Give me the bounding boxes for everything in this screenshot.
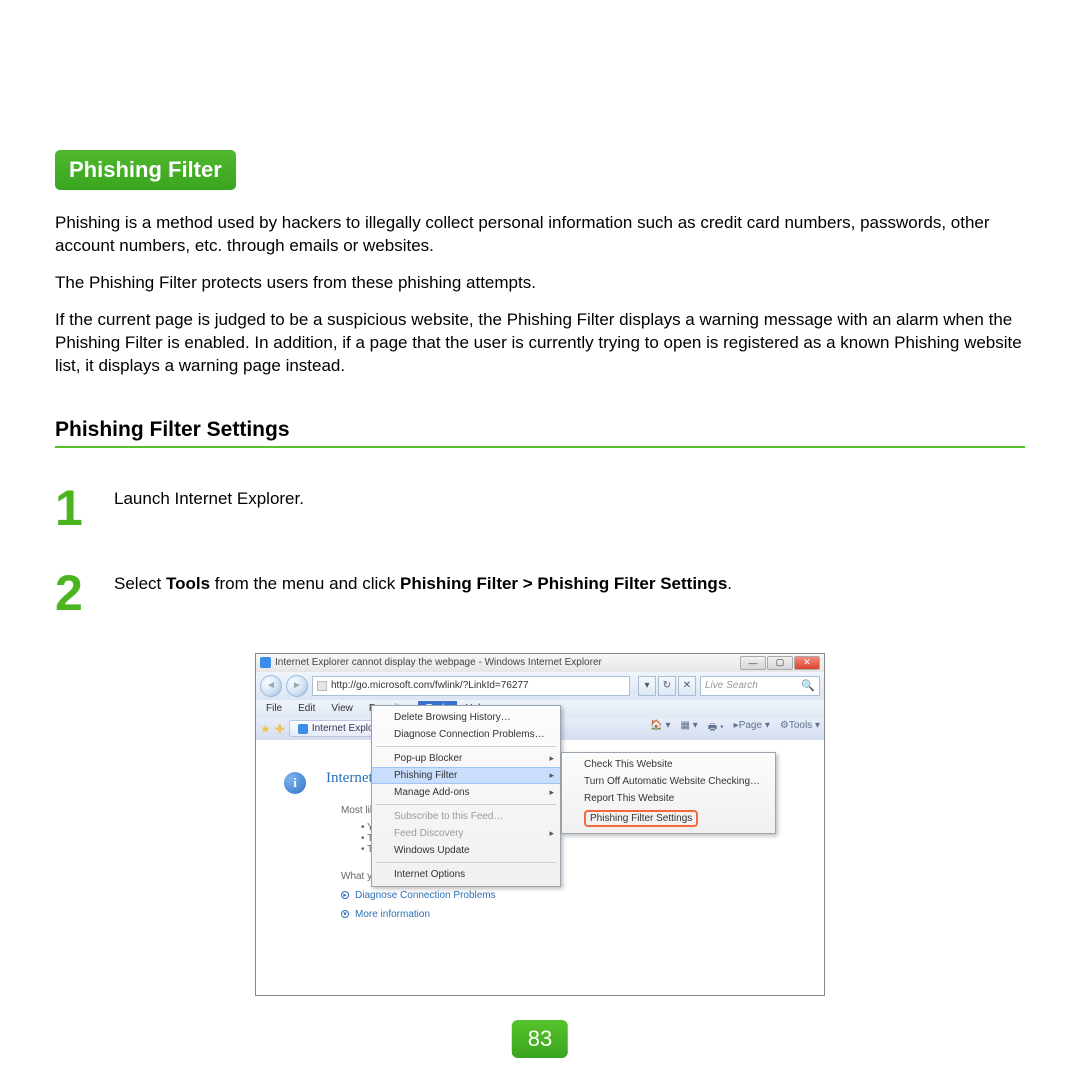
diagnose-link[interactable]: ▸ Diagnose Connection Problems — [341, 890, 824, 901]
phishing-submenu: Check This Website Turn Off Automatic We… — [561, 752, 776, 834]
link-text: More information — [355, 909, 430, 920]
menu-item-windows-update[interactable]: Windows Update — [372, 842, 560, 859]
menu-item-diagnose[interactable]: Diagnose Connection Problems… — [372, 726, 560, 743]
window-title: Internet Explorer cannot display the web… — [275, 657, 736, 668]
menu-separator — [376, 746, 556, 747]
nav-row: ◄ ► http://go.microsoft.com/fwlink/?Link… — [256, 672, 824, 700]
url-text: http://go.microsoft.com/fwlink/?LinkId=7… — [331, 680, 529, 691]
page-content: i Internet Exp Most likely caus You are … — [256, 740, 824, 995]
page-icon — [317, 681, 327, 691]
search-icon[interactable]: 🔍 — [801, 679, 815, 692]
menu-item-feed-discovery: Feed Discovery▸ — [372, 825, 560, 842]
close-button[interactable]: ✕ — [794, 656, 820, 670]
menu-view[interactable]: View — [323, 701, 361, 716]
forward-button[interactable]: ► — [286, 675, 308, 697]
page-dropdown[interactable]: ▸Page ▾ — [734, 720, 770, 737]
subheading: Phishing Filter Settings — [55, 418, 1025, 442]
intro-paragraph-2: The Phishing Filter protects users from … — [55, 272, 1025, 295]
submenu-turn-off[interactable]: Turn Off Automatic Website Checking… — [562, 773, 775, 790]
ie-window-screenshot: Internet Explorer cannot display the web… — [255, 653, 825, 996]
tab-favicon — [298, 724, 308, 734]
minimize-button[interactable]: — — [740, 656, 766, 670]
step-text: Launch Internet Explorer. — [114, 483, 304, 509]
dropdown-button[interactable]: ▾ — [638, 676, 656, 696]
bold-text: Phishing Filter > Phishing Filter Settin… — [400, 574, 727, 593]
bullet-icon: ▸ — [341, 891, 349, 899]
menu-separator — [376, 804, 556, 805]
intro-paragraph-1: Phishing is a method used by hackers to … — [55, 212, 1025, 258]
search-box[interactable]: Live Search 🔍 — [700, 676, 820, 696]
info-icon: i — [284, 772, 306, 794]
menu-separator — [376, 862, 556, 863]
page-number-badge: 83 — [512, 1020, 568, 1058]
step-number: 2 — [55, 568, 100, 618]
submenu-phishing-settings[interactable]: Phishing Filter Settings — [562, 807, 775, 830]
divider — [55, 446, 1025, 448]
intro-paragraph-3: If the current page is judged to be a su… — [55, 309, 1025, 378]
toolbar-right: 🏠 ▾ ▦ ▾ 🖶 ▾ ▸Page ▾ ⚙Tools ▾ — [650, 720, 820, 737]
maximize-button[interactable]: ▢ — [767, 656, 793, 670]
bold-text: Tools — [166, 574, 210, 593]
menu-file[interactable]: File — [258, 701, 290, 716]
step-number: 1 — [55, 483, 100, 533]
tools-menu: Delete Browsing History… Diagnose Connec… — [371, 705, 561, 887]
text: from the menu and click — [210, 574, 400, 593]
submenu-check-website[interactable]: Check This Website — [562, 756, 775, 773]
link-text: Diagnose Connection Problems — [355, 890, 496, 901]
print-icon[interactable]: 🖶 ▾ — [708, 720, 724, 737]
search-placeholder: Live Search — [705, 680, 758, 691]
menu-item-phishing-filter[interactable]: Phishing Filter▸ — [372, 767, 560, 784]
ie-icon — [260, 657, 271, 668]
menu-item-delete-history[interactable]: Delete Browsing History… — [372, 709, 560, 726]
feed-icon[interactable]: ▦ ▾ — [680, 720, 697, 737]
menu-item-popup-blocker[interactable]: Pop-up Blocker▸ — [372, 750, 560, 767]
back-button[interactable]: ◄ — [260, 675, 282, 697]
add-favorites-icon[interactable]: ✚ — [275, 722, 285, 736]
text: . — [727, 574, 732, 593]
refresh-button[interactable]: ↻ — [658, 676, 676, 696]
menu-item-internet-options[interactable]: Internet Options — [372, 866, 560, 883]
step-text: Select Tools from the menu and click Phi… — [114, 568, 732, 594]
address-bar[interactable]: http://go.microsoft.com/fwlink/?LinkId=7… — [312, 676, 630, 696]
step-1: 1 Launch Internet Explorer. — [55, 483, 1025, 533]
menu-edit[interactable]: Edit — [290, 701, 323, 716]
favorites-star-icon[interactable]: ★ — [260, 722, 271, 736]
menu-item-subscribe-feed: Subscribe to this Feed… — [372, 808, 560, 825]
tools-dropdown[interactable]: ⚙Tools ▾ — [780, 720, 820, 737]
menu-item-manage-addons[interactable]: Manage Add-ons▸ — [372, 784, 560, 801]
submenu-report[interactable]: Report This Website — [562, 790, 775, 807]
step-2: 2 Select Tools from the menu and click P… — [55, 568, 1025, 618]
callout-highlight: Phishing Filter Settings — [584, 810, 698, 827]
more-info-link[interactable]: ▾ More information — [341, 909, 824, 920]
section-title: Phishing Filter — [55, 150, 236, 190]
stop-button[interactable]: ✕ — [678, 676, 696, 696]
text: Select — [114, 574, 166, 593]
titlebar: Internet Explorer cannot display the web… — [256, 654, 824, 672]
bullet-icon: ▾ — [341, 910, 349, 918]
home-icon[interactable]: 🏠 ▾ — [650, 720, 670, 737]
